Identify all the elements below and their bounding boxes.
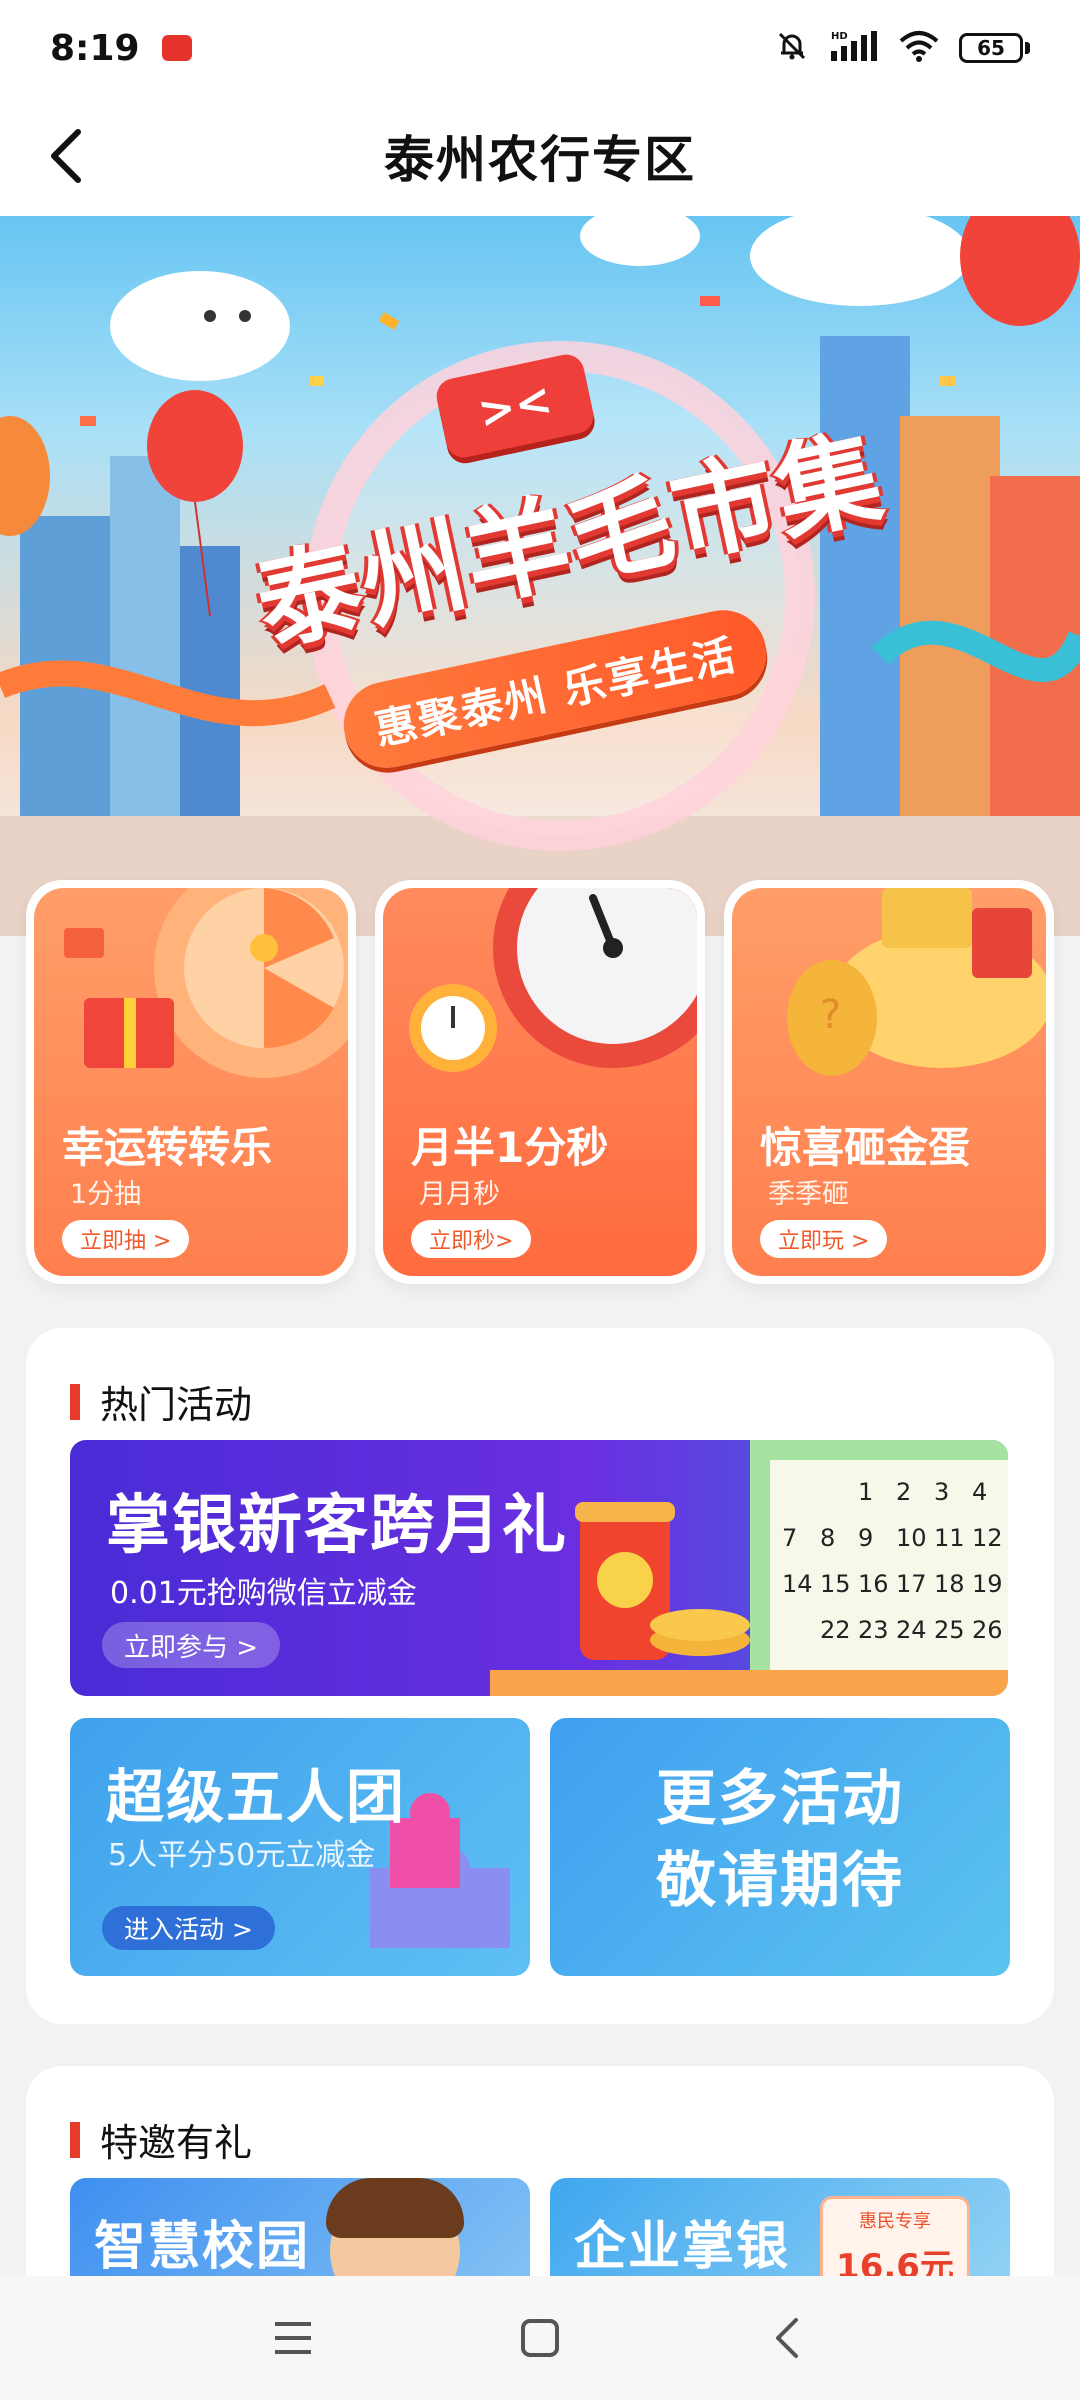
menu-icon (275, 2322, 312, 2354)
calendar-day: 14 (782, 1570, 813, 1598)
game-subtitle: 月月秒 (419, 1179, 500, 1210)
banner-subtitle: 0.01元抢购微信立减金 (110, 1576, 417, 1611)
status-bar: 8:19 HD 65 (0, 0, 1080, 96)
game-title: 惊喜砸金蛋 (760, 1123, 971, 1172)
chevron-left-icon (51, 129, 81, 183)
calendar-day: 15 (820, 1570, 851, 1598)
game-button-draw[interactable]: 立即抽 > (62, 1220, 190, 1258)
notification-app-icon (161, 35, 192, 61)
game-title: 月半1分秒 (411, 1123, 609, 1172)
back-button[interactable] (36, 126, 96, 186)
golden-egg-icon: ? (787, 888, 1046, 1076)
calendar-day: 24 (896, 1616, 927, 1644)
calendar-day: 19 (972, 1570, 1003, 1598)
calendar-day: 9 (858, 1524, 873, 1552)
signal-icon: HD (827, 29, 879, 67)
card-title: 智慧校园 (94, 2217, 311, 2277)
calendar-day: 22 (820, 1616, 851, 1644)
battery-icon: 65 (959, 33, 1030, 63)
game-title: 幸运转转乐 (62, 1123, 273, 1172)
hero-banner[interactable]: >< 泰州羊毛市集 惠聚泰州 乐享生活 (0, 216, 1080, 936)
coupon-tag: 惠民专享 (859, 2211, 931, 2232)
menu-button[interactable] (253, 2298, 333, 2378)
banner-title: 掌银新客跨月礼 (106, 1489, 568, 1563)
clock-icon (409, 888, 697, 1072)
new-customer-banner[interactable]: 1 2 3 4 7 8 9 10 11 12 14 15 16 17 18 19 22 23 24 25 26 掌银新客… (70, 1440, 1008, 1696)
game-card-seckill[interactable]: 月半1分秒 月月秒 立即秒> (375, 880, 705, 1284)
game-button-seckill[interactable]: 立即秒> (411, 1220, 532, 1258)
section-header: 特邀有礼 (70, 2112, 252, 2167)
game-cards: 幸运转转乐 1分抽 立即抽 > 月半1分秒 月月秒 立即秒> ? 惊喜砸金蛋 季… (26, 880, 1054, 1284)
calendar-day: 4 (972, 1478, 987, 1506)
calendar-day: 2 (896, 1478, 911, 1506)
section-title: 热门活动 (100, 1383, 253, 1427)
game-card-egg[interactable]: ? 惊喜砸金蛋 季季砸 立即玩 > (724, 880, 1054, 1284)
game-subtitle: 季季砸 (768, 1179, 849, 1210)
battery-level: 65 (959, 33, 1023, 63)
calendar-day: 1 (858, 1478, 873, 1506)
hot-activities-section: 热门活动 1 2 3 4 7 8 9 10 11 12 14 15 16 17 18 19 22 23 24 25 26… (26, 1328, 1054, 2024)
svg-text:?: ? (820, 992, 841, 1038)
page-title: 泰州农行专区 (384, 131, 696, 189)
status-icons: HD 65 (775, 29, 1030, 67)
status-time: 8:19 (50, 27, 140, 69)
more-activities-line2: 敬请期待 (656, 1846, 904, 1916)
prize-wheel-icon (64, 888, 348, 1078)
section-title: 特邀有礼 (100, 2121, 253, 2165)
game-card-wheel[interactable]: 幸运转转乐 1分抽 立即抽 > (26, 880, 356, 1284)
group-buy-banner[interactable]: 超级五人团 5人平分50元立减金 进入活动 > (70, 1718, 530, 1976)
wifi-icon (897, 29, 941, 67)
nav-bar: 泰州农行专区 (0, 96, 1080, 216)
calendar-day: 26 (972, 1616, 1003, 1644)
banner-subtitle: 5人平分50元立减金 (108, 1838, 376, 1873)
calendar-day: 18 (934, 1570, 965, 1598)
calendar-day: 11 (934, 1524, 965, 1552)
system-nav-bar (0, 2276, 1080, 2400)
game-subtitle: 1分抽 (70, 1179, 142, 1210)
calendar-day: 7 (782, 1524, 797, 1552)
calendar-day: 3 (934, 1478, 949, 1506)
section-header: 热门活动 (70, 1374, 252, 1429)
mute-bell-icon (775, 29, 809, 67)
back-triangle-icon (775, 2318, 798, 2358)
calendar-day: 25 (934, 1616, 965, 1644)
section-marker (70, 1383, 80, 1420)
calendar-day: 16 (858, 1570, 889, 1598)
home-square-icon (520, 2319, 559, 2357)
home-button[interactable] (500, 2298, 580, 2378)
participate-button[interactable]: 立即参与 > (102, 1622, 281, 1668)
more-activities-banner[interactable]: 更多活动 敬请期待 (550, 1718, 1010, 1976)
svg-text:HD: HD (831, 31, 848, 42)
calendar-day: 23 (858, 1616, 889, 1644)
more-activities-line1: 更多活动 (656, 1764, 904, 1834)
game-button-play[interactable]: 立即玩 > (760, 1220, 888, 1258)
more-activities-text: 更多活动 敬请期待 (550, 1758, 1010, 1922)
card-title: 企业掌银 (574, 2217, 791, 2277)
banner-title: 超级五人团 (106, 1763, 407, 1831)
calendar-day: 10 (896, 1524, 927, 1552)
calendar-day: 12 (972, 1524, 1003, 1552)
system-back-button[interactable] (747, 2298, 827, 2378)
section-marker (70, 2121, 80, 2158)
calendar-day: 8 (820, 1524, 835, 1552)
enter-activity-button[interactable]: 进入活动 > (102, 1906, 275, 1950)
calendar-day: 17 (896, 1570, 927, 1598)
